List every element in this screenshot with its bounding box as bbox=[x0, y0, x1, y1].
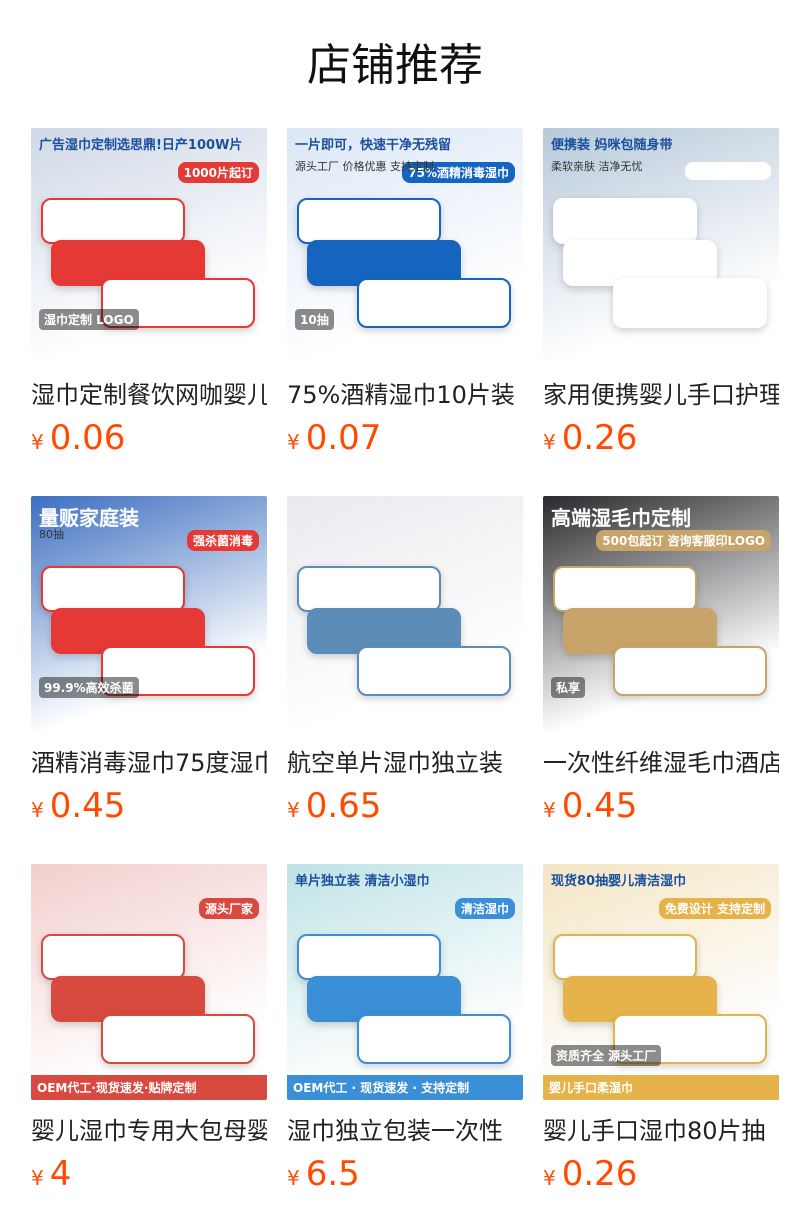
image-badge: 免费设计 支持定制 bbox=[658, 898, 771, 919]
image-side-text: 私享 bbox=[551, 677, 586, 698]
image-bottom-tag: 婴儿手口柔湿巾 bbox=[543, 1075, 779, 1100]
image-tagline: 80抽 bbox=[39, 528, 64, 541]
wipes-package bbox=[553, 198, 697, 244]
image-tagline: 源头工厂 价格优惠 支持定制 bbox=[295, 160, 434, 173]
product-price: ¥0.45 bbox=[543, 784, 779, 834]
product-image[interactable] bbox=[287, 496, 523, 732]
product-name[interactable]: 酒精消毒湿巾75度湿巾 bbox=[31, 746, 267, 780]
currency-symbol: ¥ bbox=[31, 430, 44, 454]
product-image[interactable]: 现货80抽婴儿清洁湿巾免费设计 支持定制资质齐全 源头工厂婴儿手口柔湿巾 bbox=[543, 864, 779, 1100]
product-price: ¥0.26 bbox=[543, 416, 779, 466]
product-card[interactable]: 广告湿巾定制选思鼎!日产100W片 1000片起订湿巾定制 LOGO 湿巾定制餐饮网… bbox=[31, 128, 267, 466]
product-card[interactable]: 源头厂家 OEM代工·现货速发·贴牌定制婴儿湿巾专用大包母婴 ¥4 bbox=[31, 864, 267, 1202]
product-image[interactable]: 单片独立装 清洁小湿巾清洁湿巾 OEM代工 · 现货速发 · 支持定制 bbox=[287, 864, 523, 1100]
currency-symbol: ¥ bbox=[287, 1166, 300, 1190]
image-badge: 清洁湿巾 bbox=[454, 898, 515, 919]
image-bottom-tag: OEM代工 · 现货速发 · 支持定制 bbox=[287, 1075, 523, 1100]
wipes-package bbox=[297, 934, 441, 980]
wipes-package bbox=[297, 198, 441, 244]
image-badge: 1000片起订 bbox=[177, 162, 259, 183]
image-badge: Mini Wipes bbox=[684, 162, 771, 180]
image-badge: 源头厂家 bbox=[198, 898, 259, 919]
image-ribbon-text: 现货80抽婴儿清洁湿巾 bbox=[551, 874, 687, 889]
image-ribbon-text: 一片即可，快速干净无残留 bbox=[295, 138, 452, 153]
product-image[interactable]: 便携装 妈咪包随身带 Mini Wipes 柔软亲肤 洁净无忧 bbox=[543, 128, 779, 364]
product-card[interactable]: 单片独立装 清洁小湿巾清洁湿巾 OEM代工 · 现货速发 · 支持定制湿巾独立包装… bbox=[287, 864, 523, 1202]
product-name[interactable]: 婴儿湿巾专用大包母婴 bbox=[31, 1114, 267, 1148]
product-price: ¥6.5 bbox=[287, 1152, 523, 1202]
price-value: 0.26 bbox=[561, 1154, 638, 1194]
price-value: 0.65 bbox=[305, 786, 382, 826]
currency-symbol: ¥ bbox=[543, 1166, 556, 1190]
product-image[interactable]: 量贩家庭装 强杀菌消毒 99.9%高效杀菌 80抽 bbox=[31, 496, 267, 732]
product-name[interactable]: 家用便携婴儿手口护理 bbox=[543, 378, 779, 412]
wipes-package bbox=[357, 1014, 511, 1064]
product-price: ¥0.65 bbox=[287, 784, 523, 834]
image-bottom-tag: OEM代工·现货速发·贴牌定制 bbox=[31, 1075, 267, 1100]
image-badge: 500包起订 咨询客服印LOGO bbox=[596, 530, 771, 551]
header: 店铺推荐 bbox=[0, 0, 790, 128]
price-value: 0.07 bbox=[305, 418, 382, 458]
image-side-text: 99.9%高效杀菌 bbox=[39, 677, 139, 698]
wipes-package bbox=[613, 278, 767, 328]
product-image[interactable]: 一片即可，快速干净无残留 75%酒精消毒湿巾 10抽 源头工厂 价格优惠 支持定制 bbox=[287, 128, 523, 364]
product-name[interactable]: 湿巾独立包装一次性 bbox=[287, 1114, 523, 1148]
wipes-package bbox=[613, 646, 767, 696]
image-ribbon-text: 便携装 妈咪包随身带 bbox=[551, 138, 673, 153]
wipes-package bbox=[41, 934, 185, 980]
product-name[interactable]: 航空单片湿巾独立装 bbox=[287, 746, 523, 780]
product-name[interactable]: 婴儿手口湿巾80片抽 bbox=[543, 1114, 779, 1148]
product-card[interactable]: 航空单片湿巾独立装 ¥0.65 bbox=[287, 496, 523, 834]
currency-symbol: ¥ bbox=[31, 1166, 44, 1190]
product-card[interactable]: 高端湿毛巾定制 500包起订 咨询客服印LOGO 私享 一次性纤维湿毛巾酒店 ¥0.45 bbox=[543, 496, 779, 834]
price-value: 6.5 bbox=[305, 1154, 360, 1194]
product-image[interactable]: 源头厂家 OEM代工·现货速发·贴牌定制 bbox=[31, 864, 267, 1100]
wipes-package bbox=[101, 1014, 255, 1064]
image-side-text: 资质齐全 源头工厂 bbox=[551, 1045, 662, 1066]
image-ribbon-text: 单片独立装 清洁小湿巾 bbox=[295, 874, 430, 889]
currency-symbol: ¥ bbox=[287, 798, 300, 822]
price-value: 0.45 bbox=[561, 786, 638, 826]
product-image[interactable]: 广告湿巾定制选思鼎!日产100W片 1000片起订湿巾定制 LOGO bbox=[31, 128, 267, 364]
image-side-text: 10抽 bbox=[295, 309, 334, 330]
product-card[interactable]: 便携装 妈咪包随身带 Mini Wipes 柔软亲肤 洁净无忧家用便携婴儿手口护理 ¥… bbox=[543, 128, 779, 466]
image-side-text: 湿巾定制 LOGO bbox=[39, 309, 139, 330]
product-name[interactable]: 一次性纤维湿毛巾酒店 bbox=[543, 746, 779, 780]
currency-symbol: ¥ bbox=[543, 430, 556, 454]
image-badge: 强杀菌消毒 bbox=[186, 530, 259, 551]
product-card[interactable]: 量贩家庭装 强杀菌消毒 99.9%高效杀菌 80抽 酒精消毒湿巾75度湿巾 ¥0.45 bbox=[31, 496, 267, 834]
currency-symbol: ¥ bbox=[31, 798, 44, 822]
image-tagline: 柔软亲肤 洁净无忧 bbox=[551, 160, 643, 173]
currency-symbol: ¥ bbox=[543, 798, 556, 822]
wipes-package bbox=[357, 278, 511, 328]
wipes-package bbox=[297, 566, 441, 612]
price-value: 0.26 bbox=[561, 418, 638, 458]
wipes-package bbox=[41, 566, 185, 612]
product-price: ¥0.07 bbox=[287, 416, 523, 466]
product-price: ¥4 bbox=[31, 1152, 267, 1202]
wipes-package bbox=[553, 934, 697, 980]
product-card[interactable]: 现货80抽婴儿清洁湿巾免费设计 支持定制资质齐全 源头工厂婴儿手口柔湿巾婴儿手口… bbox=[543, 864, 779, 1202]
product-price: ¥0.45 bbox=[31, 784, 267, 834]
price-value: 0.06 bbox=[49, 418, 126, 458]
wipes-package bbox=[41, 198, 185, 244]
product-price: ¥0.06 bbox=[31, 416, 267, 466]
price-value: 4 bbox=[49, 1154, 72, 1194]
product-card[interactable]: 一片即可，快速干净无残留 75%酒精消毒湿巾 10抽 源头工厂 价格优惠 支持定制 75… bbox=[287, 128, 523, 466]
wipes-package bbox=[553, 566, 697, 612]
product-name[interactable]: 75%酒精湿巾10片装 bbox=[287, 378, 523, 412]
page-title: 店铺推荐 bbox=[307, 40, 483, 91]
product-price: ¥0.26 bbox=[543, 1152, 779, 1202]
product-name[interactable]: 湿巾定制餐饮网咖婴儿 bbox=[31, 378, 267, 412]
product-image[interactable]: 高端湿毛巾定制 500包起订 咨询客服印LOGO 私享 bbox=[543, 496, 779, 732]
wipes-package bbox=[357, 646, 511, 696]
price-value: 0.45 bbox=[49, 786, 126, 826]
currency-symbol: ¥ bbox=[287, 430, 300, 454]
image-ribbon-text: 广告湿巾定制选思鼎!日产100W片 bbox=[39, 138, 243, 153]
